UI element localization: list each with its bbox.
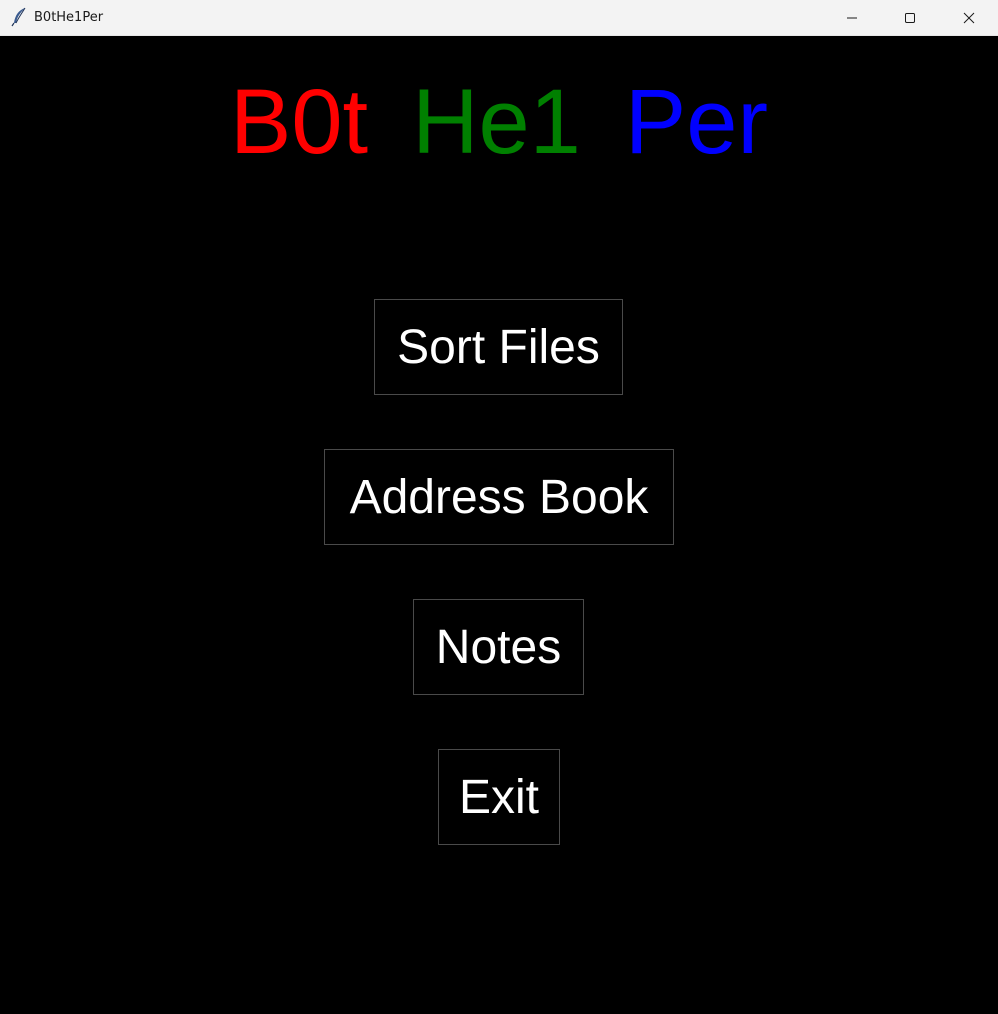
feather-icon [10, 7, 28, 27]
app-heading: B0t He1 Per [0, 72, 998, 172]
title-bar[interactable]: B0tHe1Per [0, 0, 998, 36]
maximize-button[interactable] [881, 0, 939, 35]
window-title: B0tHe1Per [34, 10, 104, 25]
sort-files-button[interactable]: Sort Files [374, 299, 623, 395]
close-button[interactable] [940, 0, 998, 35]
address-book-button[interactable]: Address Book [324, 449, 674, 545]
notes-button[interactable]: Notes [413, 599, 584, 695]
maximize-icon [904, 12, 916, 24]
minimize-button[interactable] [823, 0, 881, 35]
heading-part-per: Per [624, 71, 769, 173]
heading-part-bot: B0t [229, 71, 369, 173]
close-icon [963, 12, 975, 24]
minimize-icon [846, 12, 858, 24]
main-content: B0t He1 Per Sort Files Address Book Notes … [0, 36, 998, 1014]
exit-button[interactable]: Exit [438, 749, 560, 845]
heading-part-hel: He1 [412, 71, 581, 173]
app-window: B0tHe1Per B0t He1 Per Sort Files Address B… [0, 0, 998, 1014]
